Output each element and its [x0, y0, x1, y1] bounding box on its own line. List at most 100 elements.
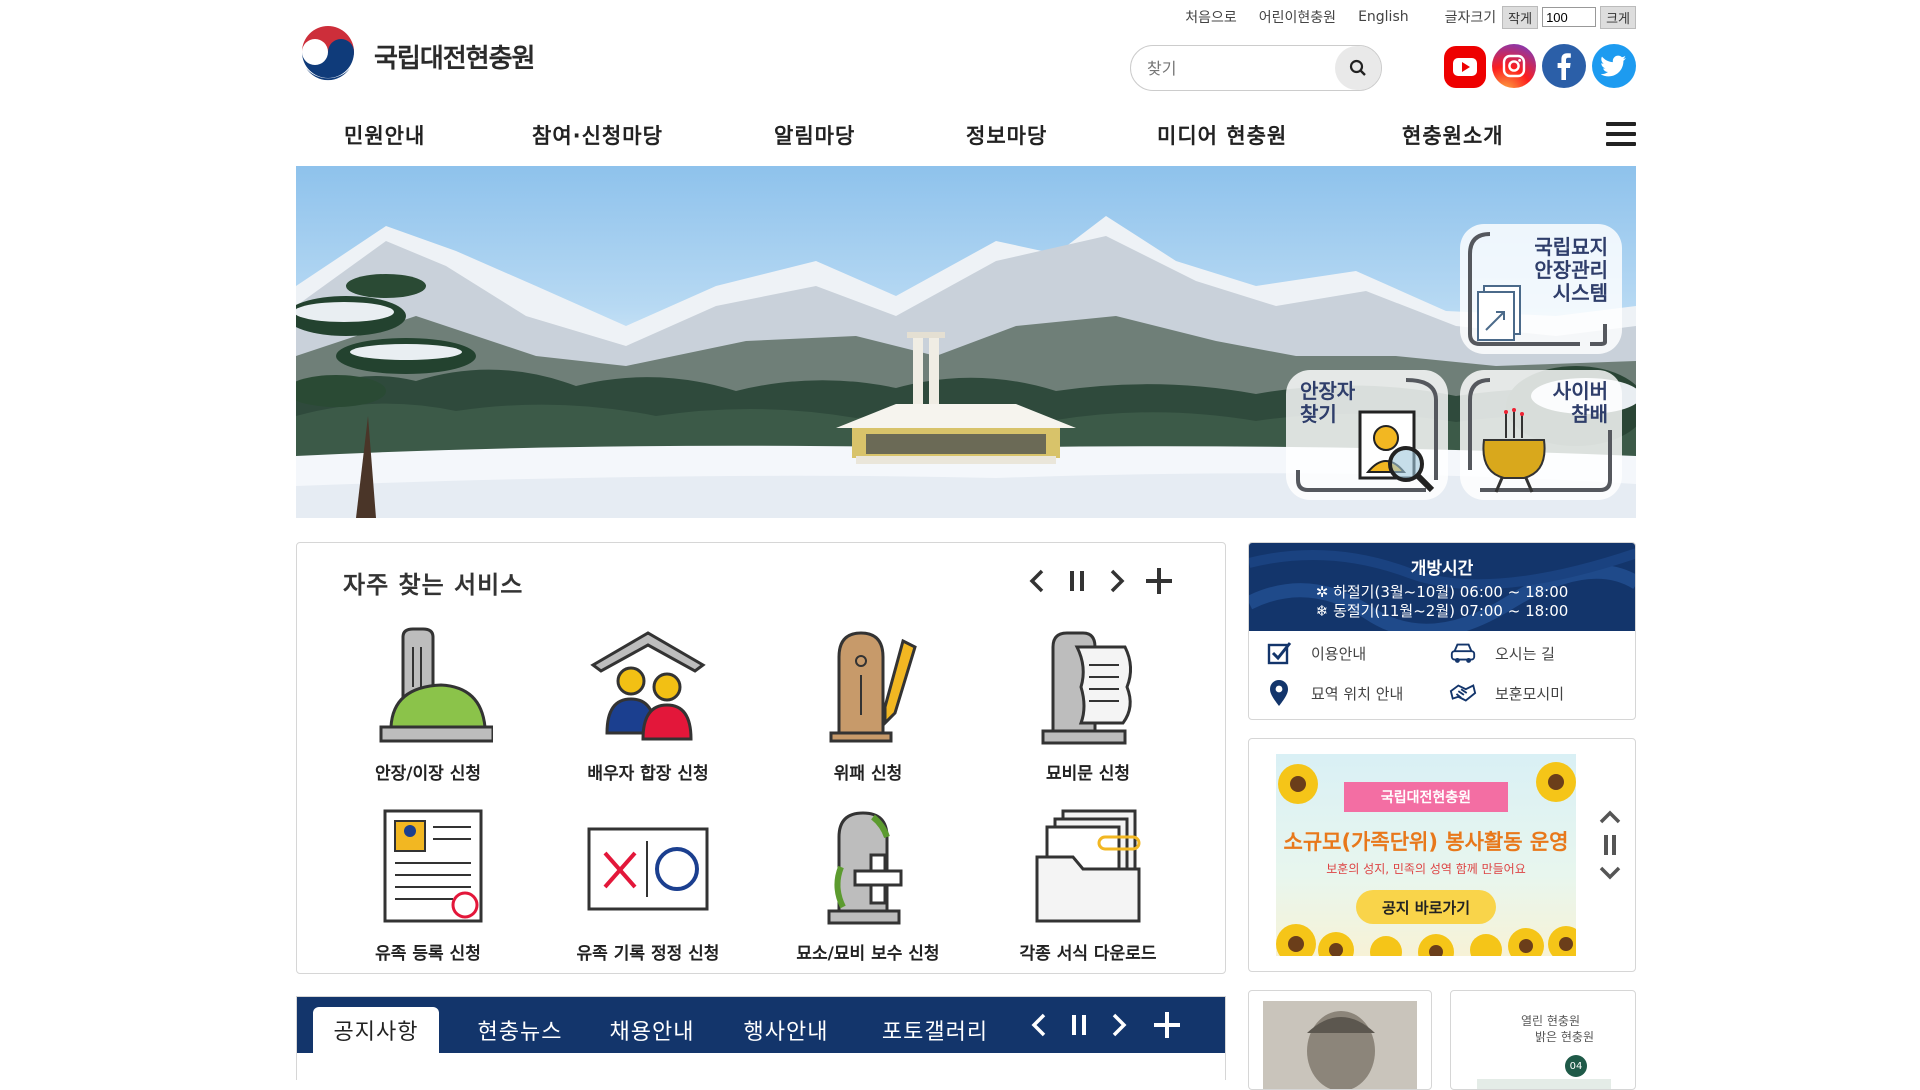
social-links	[1444, 44, 1636, 88]
webzine-title: 열린 현충원 밝은 현충원	[1521, 1014, 1595, 1044]
notice-more-button[interactable]	[1147, 1005, 1187, 1045]
memorial-tablet-icon	[829, 631, 917, 743]
tab-photo-gallery[interactable]: 포토갤러리	[863, 1007, 1007, 1053]
opening-hours-header: 개방시간 ✲ 하절기(3월~10월) 06:00 ~ 18:00 ❄ 동절기(1…	[1249, 543, 1635, 631]
prev-button[interactable]	[1017, 561, 1057, 601]
veterans-escort-link[interactable]: 보훈모시미	[1449, 679, 1564, 707]
chevron-right-icon	[1112, 1013, 1127, 1037]
service-label: 유족 기록 정정 신청	[576, 944, 720, 964]
service-epitaph[interactable]: 묘비문 신청	[978, 627, 1198, 784]
winter-hours-row: ❄ 동절기(11월~2월) 07:00 ~ 18:00	[1249, 602, 1635, 621]
nav-item-civil-service[interactable]: 민원안내	[344, 120, 425, 150]
home-link[interactable]: 처음으로	[1185, 7, 1237, 27]
more-button[interactable]	[1139, 561, 1179, 601]
notice-pause-button[interactable]	[1059, 1005, 1099, 1045]
opening-hours-panel: 개방시간 ✲ 하절기(3월~10월) 06:00 ~ 18:00 ❄ 동절기(1…	[1248, 542, 1636, 720]
promo-org: 국립대전현충원	[1344, 782, 1508, 812]
service-record-correction[interactable]: 유족 기록 정정 신청	[538, 807, 758, 964]
summer-hours: 하절기(3월~10월) 06:00 ~ 18:00	[1333, 583, 1569, 601]
person-search-icon	[1358, 410, 1435, 492]
main-nav: 민원안내 참여·신청마당 알림마당 정보마당 미디어 현충원 현충원소개	[296, 114, 1636, 154]
tab-events[interactable]: 행사안내	[723, 1007, 849, 1053]
font-smaller-button[interactable]: 작게	[1502, 5, 1539, 29]
burial-management-system-link[interactable]: 국립묘지 안장관리 시스템	[1460, 224, 1622, 354]
service-family-registration[interactable]: 유족 등록 신청	[318, 807, 538, 964]
promo-headline: 소규모(가족단위) 봉사활동 운영	[1283, 830, 1569, 854]
service-label: 유족 등록 신청	[375, 944, 481, 964]
find-buried-link[interactable]: 안장자 찾기	[1286, 370, 1448, 500]
service-forms-download[interactable]: 각종 서식 다운로드	[978, 807, 1198, 964]
font-larger-button[interactable]: 크게	[1600, 5, 1636, 29]
tab-recruitment[interactable]: 채용안내	[589, 1007, 715, 1053]
font-size-control: 글자크기 작게 크게	[1444, 5, 1636, 29]
summer-hours-row: ✲ 하절기(3월~10월) 06:00 ~ 18:00	[1249, 583, 1635, 602]
opening-hours-title: 개방시간	[1410, 559, 1474, 579]
service-label: 안장/이장 신청	[375, 764, 481, 784]
service-label: 위패 신청	[833, 764, 903, 784]
cyber-link-label: 사이버 참배	[1552, 379, 1608, 426]
nav-item-information[interactable]: 정보마당	[966, 120, 1047, 150]
usage-guide-link[interactable]: 이용안내	[1265, 639, 1366, 667]
facebook-icon[interactable]	[1542, 44, 1586, 88]
search-button[interactable]	[1335, 46, 1381, 90]
english-link[interactable]: English	[1358, 9, 1409, 25]
chevron-left-icon	[1029, 569, 1044, 593]
service-grave-repair[interactable]: 묘소/묘비 보수 신청	[758, 807, 978, 964]
main-banner: 국립묘지 안장관리 시스템 안장자 찾기 사이버 참배	[296, 166, 1636, 518]
kids-link[interactable]: 어린이현충원	[1259, 7, 1336, 27]
menu-icon[interactable]	[1606, 122, 1636, 146]
tab-notices[interactable]: 공지사항	[313, 1007, 439, 1053]
notice-next-button[interactable]	[1099, 1005, 1139, 1045]
service-label: 각종 서식 다운로드	[1019, 944, 1157, 964]
pause-icon	[1070, 571, 1084, 591]
pause-icon[interactable]	[1602, 833, 1618, 857]
couple-icon	[590, 631, 706, 741]
nav-item-about[interactable]: 현충원소개	[1402, 120, 1504, 150]
notice-tabs: 공지사항 현충뉴스 채용안내 행사안내 포토갤러리	[297, 997, 1225, 1053]
instagram-icon[interactable]	[1492, 44, 1536, 88]
font-size-input[interactable]	[1542, 7, 1597, 27]
webzine-card[interactable]: 열린 현충원 밝은 현충원 04	[1450, 990, 1636, 1090]
folder-documents-icon	[1035, 809, 1141, 923]
twitter-icon[interactable]	[1592, 44, 1636, 88]
notice-panel: 공지사항 현충뉴스 채용안내 행사안내 포토갤러리	[296, 996, 1226, 1080]
service-memorial-tablet[interactable]: 위패 신청	[758, 627, 978, 784]
epitaph-scroll-icon	[1041, 631, 1132, 745]
system-link-label: 국립묘지 안장관리 시스템	[1534, 235, 1608, 305]
portrait-photo-icon	[1263, 1001, 1417, 1089]
tab-news[interactable]: 현충뉴스	[457, 1007, 583, 1053]
promo-notice-button[interactable]: 공지 바로가기	[1356, 890, 1496, 924]
person-photo-card[interactable]	[1248, 990, 1432, 1090]
search-input[interactable]	[1147, 46, 1327, 90]
nav-item-notices[interactable]: 알림마당	[774, 120, 855, 150]
site-name: 국립대전현충원	[374, 43, 535, 74]
webzine-thumbnail	[1477, 1079, 1611, 1089]
promo-slider: 국립대전현충원 소규모(가족단위) 봉사활동 운영 보훈의 성지, 민족의 성역…	[1248, 738, 1636, 972]
next-button[interactable]	[1097, 561, 1137, 601]
service-label: 묘소/묘비 보수 신청	[796, 944, 940, 964]
plus-icon	[1154, 1012, 1180, 1038]
ox-correction-icon	[587, 827, 709, 911]
promo-subline: 보훈의 성지, 민족의 성역 함께 만들어요	[1326, 862, 1526, 876]
notice-controls	[1019, 1005, 1187, 1045]
nav-item-media[interactable]: 미디어 현충원	[1157, 120, 1287, 150]
nav-item-participation[interactable]: 참여·신청마당	[532, 120, 663, 150]
youtube-icon[interactable]	[1444, 46, 1486, 88]
chevron-up-icon[interactable]	[1598, 809, 1622, 825]
notice-prev-button[interactable]	[1019, 1005, 1059, 1045]
frequent-services-title: 자주 찾는 서비스	[343, 571, 524, 599]
directions-link[interactable]: 오시는 길	[1449, 639, 1555, 667]
winter-hours: 동절기(11월~2월) 07:00 ~ 18:00	[1333, 602, 1569, 620]
service-label: 배우자 합장 신청	[587, 764, 709, 784]
grave-location-link[interactable]: 묘역 위치 안내	[1265, 679, 1403, 707]
services-controls	[1017, 561, 1179, 601]
font-size-label: 글자크기	[1444, 10, 1497, 26]
cyber-memorial-link[interactable]: 사이버 참배	[1460, 370, 1622, 500]
pause-button[interactable]	[1057, 561, 1097, 601]
promo-banner[interactable]: 국립대전현충원 소규모(가족단위) 봉사활동 운영 보훈의 성지, 민족의 성역…	[1276, 754, 1576, 956]
service-spouse-burial[interactable]: 배우자 합장 신청	[538, 627, 758, 784]
chevron-down-icon[interactable]	[1598, 865, 1622, 881]
site-logo[interactable]: 국립대전현충원	[296, 24, 535, 88]
service-burial[interactable]: 안장/이장 신청	[318, 627, 538, 784]
search-icon	[1349, 59, 1366, 76]
